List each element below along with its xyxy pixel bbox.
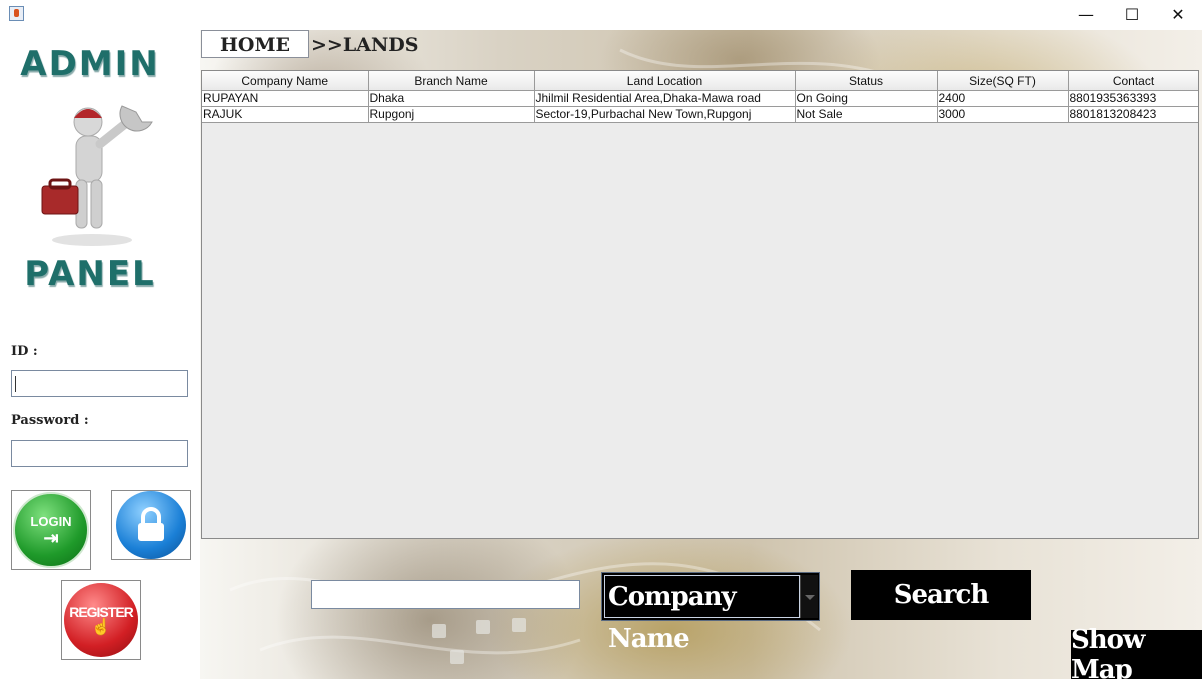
column-header-land-location[interactable]: Land Location [534, 71, 796, 91]
id-input[interactable] [11, 370, 188, 397]
logo-title-top: ADMIN [20, 44, 160, 84]
table-cell[interactable]: 8801813208423 [1068, 106, 1198, 123]
table-cell[interactable]: 2400 [937, 90, 1069, 107]
search-filter-select[interactable]: Company Name [601, 572, 820, 654]
logo-title-bottom: PANEL [24, 254, 156, 294]
id-label: ID : [11, 344, 38, 359]
login-button-label: LOGIN [30, 513, 72, 529]
table-cell[interactable]: RUPAYAN [202, 90, 369, 107]
login-icon: LOGIN ⇥ [13, 492, 89, 568]
enter-arrow-icon: ⇥ [43, 527, 59, 548]
lands-data-table: Company Name Branch Name Land Location S… [202, 71, 1198, 123]
minimize-button[interactable]: — [1063, 0, 1109, 28]
search-button[interactable]: Search [851, 570, 1031, 620]
close-button[interactable]: ✕ [1155, 0, 1201, 28]
lock-button[interactable] [111, 490, 191, 560]
chevron-down-icon[interactable] [800, 575, 818, 618]
admin-mascot-icon [41, 105, 153, 246]
table-cell[interactable]: 8801935363393 [1068, 90, 1198, 107]
hand-pointer-icon: ☝ [91, 619, 111, 636]
column-header-contact[interactable]: Contact [1068, 71, 1198, 91]
table-cell[interactable]: Dhaka [368, 90, 535, 107]
column-header-company-name[interactable]: Company Name [202, 71, 369, 91]
table-cell[interactable]: On Going [795, 90, 938, 107]
table-cell[interactable]: RAJUK [202, 106, 369, 123]
table-cell[interactable]: 3000 [937, 106, 1069, 123]
table-cell[interactable]: Jhilmil Residential Area,Dhaka-Mawa road [534, 90, 796, 107]
password-label: Password : [11, 413, 89, 428]
padlock-icon [138, 507, 164, 541]
table-header-row: Company Name Branch Name Land Location S… [202, 71, 1198, 91]
register-icon: REGISTER ☝ [64, 583, 138, 657]
maximize-button[interactable]: ☐ [1109, 0, 1155, 28]
table-row[interactable]: RUPAYAN Dhaka Jhilmil Residential Area,D… [202, 90, 1198, 107]
admin-sidebar: ADMIN PANEL ID : Password : LOGIN ⇥ REGI… [0, 28, 200, 679]
register-button[interactable]: REGISTER ☝ [61, 580, 141, 660]
text-caret [15, 376, 16, 392]
column-header-size[interactable]: Size(SQ FT) [937, 71, 1069, 91]
login-button[interactable]: LOGIN ⇥ [11, 490, 91, 570]
title-bar: — ☐ ✕ [0, 0, 1202, 28]
table-cell[interactable]: Not Sale [795, 106, 938, 123]
column-header-status[interactable]: Status [795, 71, 938, 91]
maximize-icon: ☐ [1124, 4, 1140, 24]
lands-table[interactable]: Company Name Branch Name Land Location S… [201, 70, 1199, 539]
column-header-branch-name[interactable]: Branch Name [368, 71, 535, 91]
minimize-icon: — [1078, 4, 1094, 24]
breadcrumb-current-page: >>LANDS [311, 34, 419, 56]
breadcrumb-home-button[interactable]: HOME [201, 30, 309, 58]
table-cell[interactable]: Rupgonj [368, 106, 535, 123]
java-app-icon [9, 6, 24, 21]
search-input[interactable] [311, 580, 580, 609]
show-map-button[interactable]: Show Map [1071, 625, 1202, 685]
table-cell[interactable]: Sector-19,Purbachal New Town,Rupgonj [534, 106, 796, 123]
lock-icon [116, 491, 186, 559]
table-row[interactable]: RAJUK Rupgonj Sector-19,Purbachal New To… [202, 106, 1198, 123]
register-button-label: REGISTER [69, 604, 134, 620]
close-icon: ✕ [1171, 4, 1185, 24]
search-filter-selected: Company Name [604, 575, 800, 654]
password-input[interactable] [11, 440, 188, 467]
